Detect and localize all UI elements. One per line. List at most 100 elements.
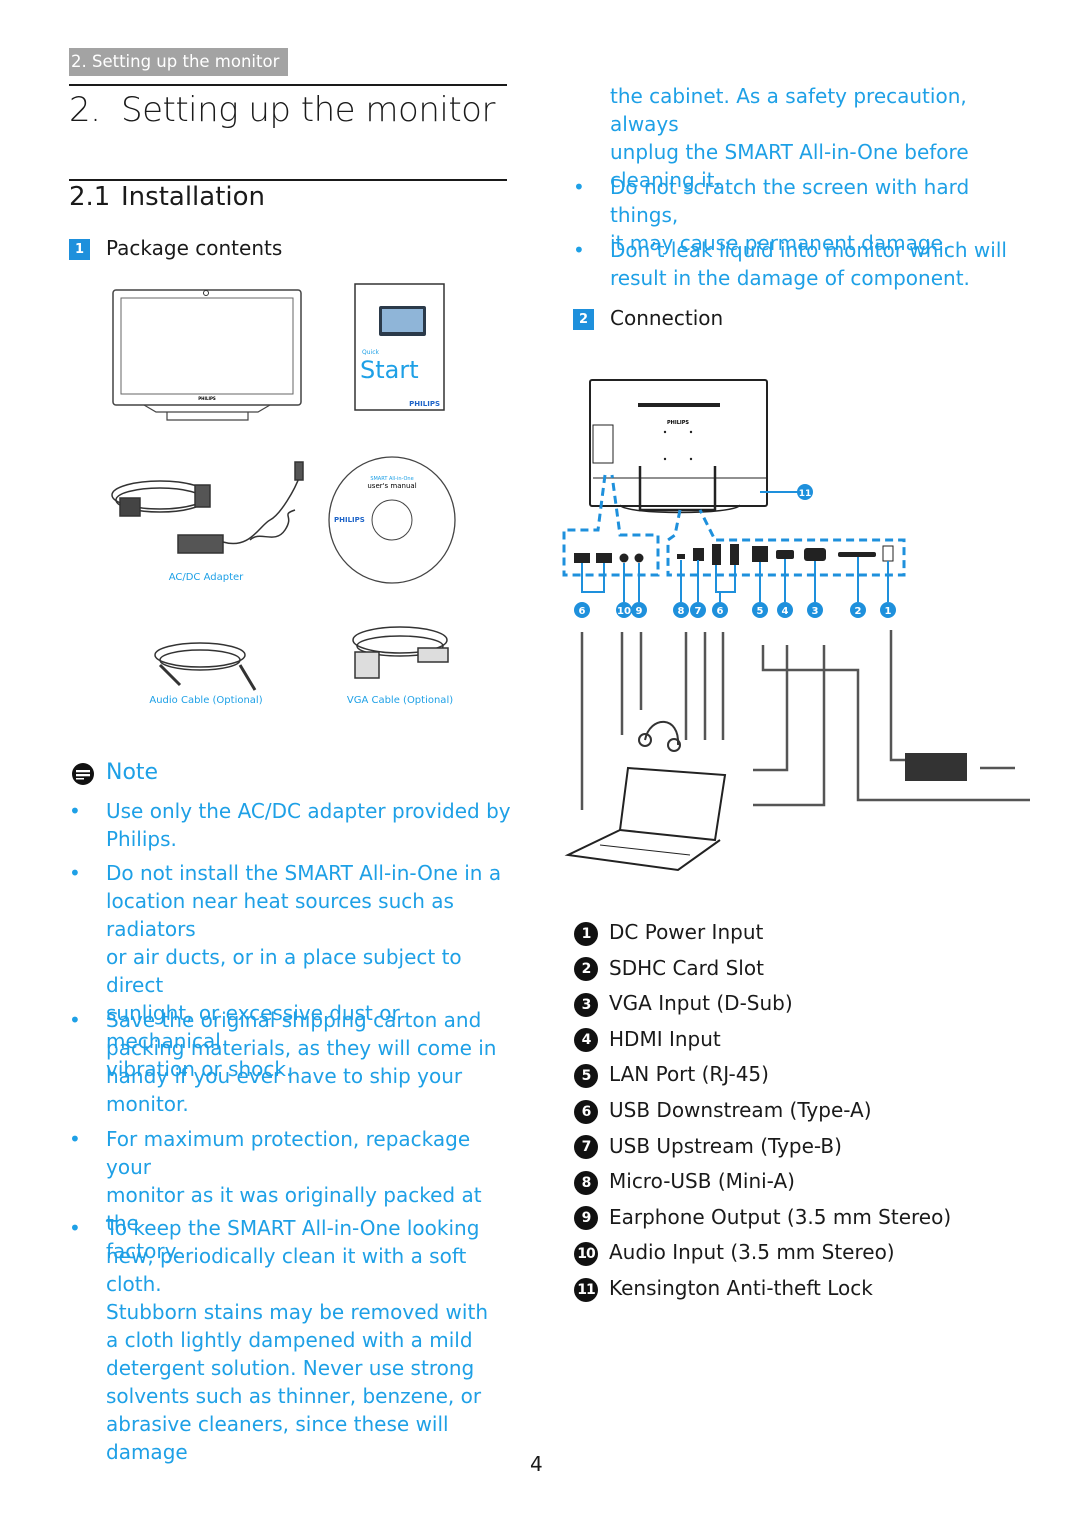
user-manual-cd: SMART All-in-One user's manual PHILIPS [328, 456, 456, 584]
bullet-dot: • [69, 861, 81, 885]
port-callouts: 6 10 9 8 7 6 5 4 3 2 1 [574, 602, 896, 618]
package-contents-heading: 1 Package contents [69, 236, 282, 260]
legend-number-badge: 7 [574, 1135, 598, 1160]
legend-number-badge: 11 [574, 1277, 598, 1302]
legend-label: Earphone Output (3.5 mm Stereo) [609, 1204, 952, 1229]
legend-label: Micro-USB (Mini-A) [609, 1169, 795, 1194]
legend-item: 1 DC Power Input [574, 918, 763, 946]
legend-label: USB Upstream (Type-B) [609, 1133, 842, 1158]
callout-number: 7 [695, 606, 702, 617]
note-bullet-text: To keep the SMART All-in-One looking new… [106, 1216, 488, 1464]
callout-number: 2 [855, 606, 862, 617]
callout-number: 6 [579, 606, 586, 617]
headphones-illustration [638, 720, 681, 752]
legend-number-badge: 10 [574, 1241, 598, 1266]
note-bullet: • Save the original shipping carton and p… [69, 1006, 519, 1121]
legend-item: 5 LAN Port (RJ-45) [574, 1060, 769, 1088]
cd-line2: user's manual [367, 482, 416, 490]
section-rule [69, 179, 507, 181]
note-bullet: • Do not scratch the screen with hard thi… [573, 173, 1023, 255]
acdc-adapter-caption: AC/DC Adapter [169, 572, 244, 583]
legend-label: LAN Port (RJ-45) [609, 1062, 769, 1087]
connection-title: Connection [610, 306, 724, 330]
legend-item: 3 VGA Input (D-Sub) [574, 989, 793, 1017]
connection-heading: 2 Connection [573, 306, 723, 330]
note-bullet: • For maximum protection, repackage your … [69, 1125, 519, 1263]
note-icon [71, 762, 95, 786]
callout-number: 10 [617, 606, 631, 617]
note-bullet-text: Don’t leak liquid into monitor which wil… [610, 238, 1007, 290]
lock-callout-number: 11 [799, 489, 812, 499]
legend-label: SDHC Card Slot [609, 955, 764, 980]
power-adapter-brick [905, 753, 967, 781]
bullet-dot: • [573, 175, 585, 199]
monitor-brand: PHILIPS [198, 396, 216, 401]
quick-start-guide: Quick Start PHILIPS [354, 283, 445, 411]
legend-number-badge: 5 [574, 1063, 598, 1088]
monitor-back-illustration [589, 379, 768, 514]
running-header-tab: 2. Setting up the monitor [69, 48, 288, 76]
page-number: 4 [530, 1452, 543, 1476]
legend-item: 11 Kensington Anti-theft Lock [574, 1274, 873, 1302]
vga-cable-illustration [352, 626, 449, 679]
quick-start-brand: PHILIPS [409, 400, 440, 408]
note-title: Note [106, 760, 159, 785]
legend-number-badge: 9 [574, 1206, 598, 1231]
bullet-dot: • [69, 1127, 81, 1151]
callout-number: 1 [885, 606, 892, 617]
chapter-title-text: Setting up the monitor [121, 90, 495, 130]
note-bullet: • Don’t leak liquid into monitor which wi… [573, 236, 1023, 296]
header-rule [69, 84, 507, 86]
legend-label: Kensington Anti-theft Lock [609, 1276, 873, 1300]
legend-number-badge: 6 [574, 1099, 598, 1124]
step-badge: 1 [69, 239, 90, 260]
continued-text: the cabinet. As a safety precaution, alw… [573, 82, 1023, 192]
legend-label: HDMI Input [609, 1026, 721, 1051]
monitor-illustration: PHILIPS [112, 289, 302, 421]
note-bullet: • To keep the SMART All-in-One looking ne… [69, 1214, 519, 1464]
callout-number: 4 [782, 606, 789, 617]
bullet-dot: • [69, 1216, 81, 1240]
legend-number-badge: 2 [574, 957, 598, 982]
cable-illustrations [580, 630, 1030, 810]
legend-item: 9 Earphone Output (3.5 mm Stereo) [574, 1203, 951, 1231]
step-badge: 2 [573, 309, 594, 330]
legend-item: 7 USB Upstream (Type-B) [574, 1132, 842, 1160]
legend-label: Audio Input (3.5 mm Stereo) [609, 1240, 895, 1265]
section-title: 2.1 Installation [69, 182, 265, 212]
note-bullet: • Use only the AC/DC adapter provided by … [69, 797, 519, 857]
chapter-number: 2. [69, 90, 101, 130]
package-contents-illustration: PHILIPS Quick Start PHILIPS AC/DC Adapte… [111, 283, 456, 706]
legend-item: 2 SDHC Card Slot [574, 954, 764, 982]
section-number: 2.1 [69, 182, 111, 212]
legend-label: VGA Input (D-Sub) [609, 991, 793, 1016]
bullet-dot: • [69, 1008, 81, 1032]
laptop-illustration [564, 766, 727, 872]
cd-brand: PHILIPS [334, 516, 365, 524]
quick-start-big: Start [360, 356, 419, 384]
note-bullet-text: Save the original shipping carton and pa… [106, 1008, 497, 1116]
port-icons [574, 544, 894, 565]
callout-number: 8 [678, 606, 685, 617]
legend-item: 4 HDMI Input [574, 1025, 721, 1053]
audio-cable-illustration [154, 642, 257, 691]
connection-diagram: PHILIPS 11 6 10 9 8 7 6 5 4 3 2 1 [562, 379, 1030, 872]
legend-item: 6 USB Downstream (Type-A) [574, 1096, 872, 1124]
callout-number: 5 [757, 606, 764, 617]
legend-number-badge: 4 [574, 1028, 598, 1053]
note-bullet-text: Use only the AC/DC adapter provided by P… [106, 799, 511, 851]
section-title-text: Installation [121, 182, 266, 212]
callout-number: 3 [812, 606, 819, 617]
legend-item: 8 Micro-USB (Mini-A) [574, 1167, 795, 1195]
diagram-brand: PHILIPS [667, 420, 689, 426]
chapter-title: 2. Setting up the monitor [69, 90, 495, 130]
callout-number: 9 [636, 606, 643, 617]
package-contents-title: Package contents [106, 236, 283, 260]
vga-cable-caption: VGA Cable (Optional) [347, 695, 453, 706]
callout-number: 6 [717, 606, 724, 617]
legend-number-badge: 1 [574, 921, 598, 946]
vesa-holes [663, 430, 693, 461]
bullet-dot: • [573, 238, 585, 262]
quick-start-small: Quick [362, 349, 379, 356]
legend-number-badge: 8 [574, 1170, 598, 1195]
